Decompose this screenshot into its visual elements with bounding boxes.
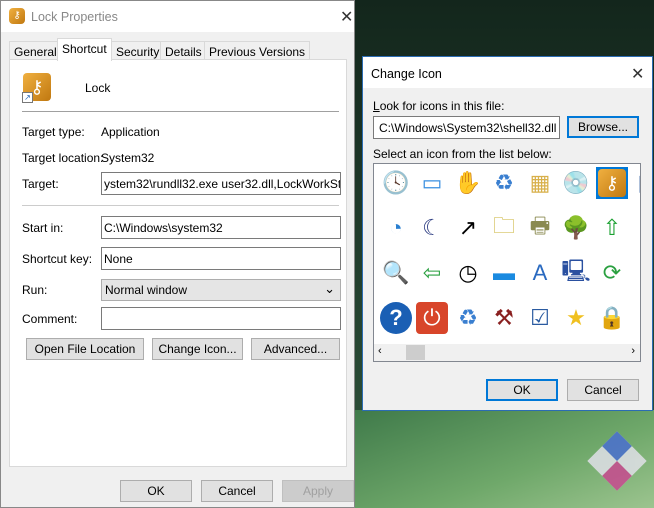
window-title: Lock Properties	[31, 10, 118, 24]
desktop-icon[interactable]: ▬	[488, 257, 520, 289]
sync-display-icon[interactable]: ⟳	[596, 257, 628, 289]
title-bar: Change Icon ✕	[363, 57, 652, 88]
monitor-moon-icon[interactable]: ☾	[416, 212, 448, 244]
browse-button[interactable]: Browse...	[567, 116, 639, 138]
usb-back-icon[interactable]: ⇦	[416, 257, 448, 289]
shortcut-arrow-icon: ↗	[22, 92, 33, 103]
change-icon-button[interactable]: Change Icon...	[152, 338, 243, 360]
icon-file-input[interactable]: C:\Windows\System32\shell32.dll	[373, 116, 560, 139]
search-icon[interactable]: 🔍	[380, 257, 412, 289]
close-icon[interactable]: ✕	[340, 7, 353, 27]
tab-previous-versions[interactable]: Previous Versions	[204, 41, 311, 60]
close-icon[interactable]: ✕	[631, 64, 644, 84]
target-type-label: Target type:	[22, 125, 85, 139]
open-file-location-button[interactable]: Open File Location	[26, 338, 144, 360]
target-type-value: Application	[101, 125, 160, 139]
lock-properties-dialog: ⚷ Lock Properties ✕ General Shortcut Sec…	[0, 0, 355, 508]
network-folder-icon[interactable]: 🗀	[488, 212, 520, 244]
power-icon[interactable]: ⏻	[416, 302, 448, 334]
look-for-icons-label: Look for icons in this file:	[373, 99, 505, 113]
help-icon[interactable]: ?	[380, 302, 412, 334]
checklist-icon[interactable]: ☑	[524, 302, 556, 334]
icon-list[interactable]: ‹ › 🕓▭✋♻▦💿⚷▣◔☾↗🗀🖶🌳⇧🔍⇦◷▬A🖳⟳?⏻♻⚒☑★🔒	[373, 163, 641, 362]
change-icon-dialog: Change Icon ✕ Look for icons in this fil…	[362, 56, 653, 411]
padlock-icon[interactable]: 🔒	[596, 302, 628, 334]
shortcut-arrow-icon[interactable]: ↗	[452, 212, 484, 244]
target-location-label: Target location:	[22, 151, 104, 165]
scroll-right-icon[interactable]: ›	[631, 345, 635, 357]
tab-general[interactable]: General	[9, 41, 62, 60]
tab-shortcut[interactable]: Shortcut	[57, 38, 112, 61]
clock-small-icon[interactable]: ◷	[452, 257, 484, 289]
printer-folder-icon[interactable]: 🖶	[524, 212, 556, 244]
look-label-text: ook for icons in this file:	[379, 99, 505, 113]
ok-button[interactable]: OK	[120, 480, 192, 502]
ok-button[interactable]: OK	[486, 379, 558, 401]
cd-drive-icon[interactable]: 💿	[560, 167, 592, 199]
chevron-down-icon: ⌄	[324, 281, 335, 296]
recycle-bin-empty-icon[interactable]: ♻	[452, 302, 484, 334]
tools-folder-icon[interactable]: ⚒	[488, 302, 520, 334]
star-icon[interactable]: ★	[560, 302, 592, 334]
folder-grid-icon[interactable]: ▦	[524, 167, 556, 199]
tab-security[interactable]: Security	[111, 41, 165, 60]
divider	[22, 111, 339, 112]
screen-window-icon[interactable]: ▭	[416, 167, 448, 199]
document-clock-icon[interactable]: 🕓	[380, 167, 412, 199]
comment-label: Comment:	[22, 312, 78, 326]
lock-key-icon[interactable]: ⚷	[596, 167, 628, 199]
select-icon-label: Select an icon from the list below:	[373, 147, 552, 161]
cancel-button[interactable]: Cancel	[567, 379, 639, 401]
target-label: Target:	[22, 177, 59, 191]
lock-key-icon: ⚷	[9, 8, 25, 24]
recycle-bin-full-icon[interactable]: ♻	[488, 167, 520, 199]
run-select[interactable]: Normal window ⌄	[101, 279, 341, 301]
tree-icon[interactable]: 🌳	[560, 212, 592, 244]
target-input[interactable]: ystem32\rundll32.exe user32.dll,LockWork…	[101, 172, 341, 195]
target-location-value: System32	[101, 151, 155, 165]
horizontal-scrollbar[interactable]: ‹ ›	[374, 344, 640, 361]
shortcut-name: Lock	[85, 81, 111, 95]
scrollbar-thumb[interactable]	[406, 345, 425, 360]
computer-folder-icon[interactable]: 🖳	[560, 257, 592, 289]
comment-input[interactable]	[101, 307, 341, 330]
run-select-value: Normal window	[105, 283, 188, 297]
title-bar: ⚷ Lock Properties ✕	[1, 1, 354, 32]
folder-upload-icon[interactable]: ⇧	[596, 212, 628, 244]
shortcut-key-input[interactable]: None	[101, 247, 341, 270]
advanced-button[interactable]: Advanced...	[251, 338, 340, 360]
hand-share-icon[interactable]: ✋	[452, 167, 484, 199]
network-icon[interactable]: ▣	[632, 167, 640, 199]
shortcut-key-label: Shortcut key:	[22, 252, 93, 266]
start-in-label: Start in:	[22, 221, 64, 235]
divider	[22, 205, 339, 206]
folder-font-icon[interactable]: A	[524, 257, 556, 289]
cancel-button[interactable]: Cancel	[201, 480, 273, 502]
control-panel-icon[interactable]: ◔	[380, 212, 412, 244]
window-title: Change Icon	[371, 67, 442, 81]
tab-details[interactable]: Details	[160, 41, 207, 60]
scroll-left-icon[interactable]: ‹	[378, 345, 382, 357]
apply-button[interactable]: Apply	[282, 480, 354, 502]
start-in-input[interactable]: C:\Windows\system32	[101, 216, 341, 239]
run-label: Run:	[22, 283, 48, 297]
